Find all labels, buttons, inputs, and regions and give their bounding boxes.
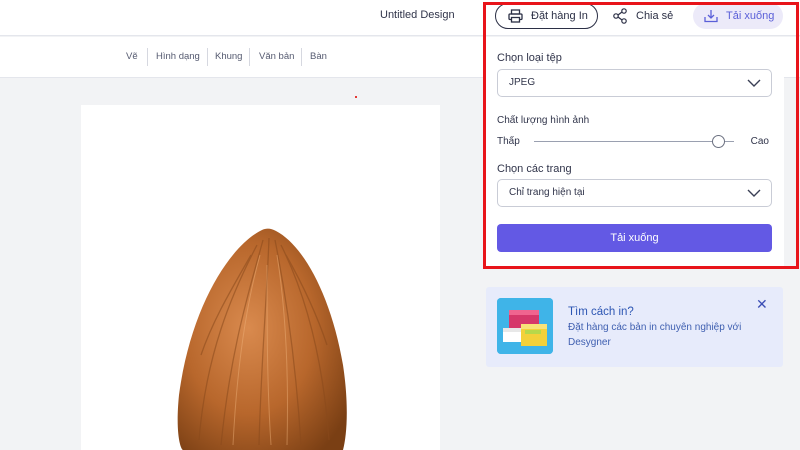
tool-divider — [301, 48, 302, 66]
promo-title: Tìm cách in? — [568, 306, 634, 318]
highlight-box — [483, 2, 799, 269]
tool-tables[interactable]: Bàn — [310, 51, 327, 62]
tool-text[interactable]: Văn bản — [259, 51, 294, 62]
boxes-illustration — [497, 298, 553, 354]
tool-divider — [147, 48, 148, 66]
print-promo-card: Tìm cách in? Đặt hàng các bản in chuyên … — [486, 287, 783, 367]
tool-divider — [249, 48, 250, 66]
tool-shapes[interactable]: Hình dạng — [156, 51, 200, 62]
design-canvas[interactable] — [81, 105, 440, 450]
tool-draw[interactable]: Vẽ — [126, 51, 138, 62]
tool-divider — [207, 48, 208, 66]
canvas-marker — [355, 96, 357, 98]
promo-description[interactable]: Đặt hàng các bản in chuyên nghiệp với De… — [568, 320, 753, 350]
almond-image[interactable] — [81, 105, 440, 450]
close-icon[interactable]: ✕ — [756, 296, 768, 313]
tool-frames[interactable]: Khung — [215, 51, 242, 62]
promo-image — [497, 298, 553, 354]
document-title[interactable]: Untitled Design — [380, 9, 455, 21]
